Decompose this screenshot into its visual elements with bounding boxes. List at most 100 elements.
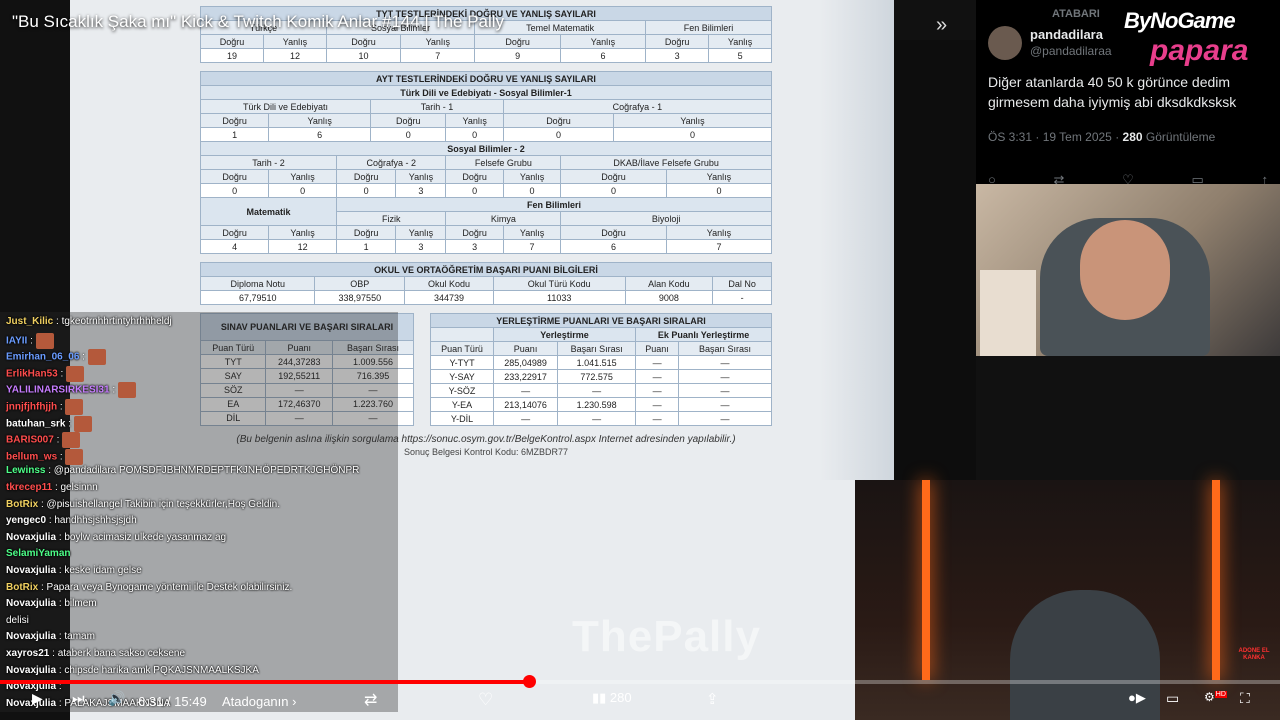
autoplay-toggle[interactable]: ●▶: [1128, 690, 1146, 706]
time-total: 15:49: [174, 694, 207, 709]
subject-header: Felsefe Grubu: [445, 155, 562, 170]
chat-username[interactable]: BARIS007: [6, 435, 57, 446]
okul-col-header: OBP: [314, 276, 406, 291]
views-stat[interactable]: ▮▮ 280: [592, 690, 632, 706]
yer-cell: —: [635, 369, 680, 384]
chat-username[interactable]: tkrecep11: [6, 482, 55, 493]
tweet-author-handle[interactable]: @pandadilaraa: [1030, 44, 1112, 58]
col-dogru: Doğru: [325, 34, 402, 49]
yer-cell: 213,14076: [493, 397, 559, 412]
emote-icon: [62, 432, 81, 449]
subject-header: Fen Bilimleri: [645, 20, 772, 35]
okul-header: OKUL VE ORTAÖĞRETİM BAŞARI PUANI BİLGİLE…: [200, 262, 772, 277]
settings-icon[interactable]: ⚙HD: [1204, 690, 1227, 704]
score-cell: 0: [370, 127, 447, 142]
yer-cell: Y-EA: [429, 397, 495, 412]
chat-username[interactable]: batuhan_srk: [6, 418, 68, 429]
subject-header: Tarih - 1: [370, 99, 504, 114]
chat-message: Novaxjulia : keske idam gelse: [6, 565, 142, 576]
chapter-label[interactable]: Atadoganın ›: [222, 694, 296, 709]
chat-username[interactable]: Novaxjulia: [6, 631, 59, 642]
col-yanlis: Yanlış: [395, 225, 447, 240]
emote-icon: [65, 399, 84, 415]
score-cell: 10: [325, 48, 402, 63]
chat-username[interactable]: YALILINARSIRKESI31: [6, 385, 112, 396]
chat-username[interactable]: IAYII: [6, 335, 30, 346]
captions-icon[interactable]: ▭: [1166, 690, 1179, 707]
chat-username[interactable]: Emirhan_06_06: [6, 352, 82, 363]
yer-cell: —: [678, 411, 772, 426]
chevron-double-right-icon[interactable]: »: [936, 14, 960, 38]
okul-col-header: Diploma Notu: [199, 276, 316, 291]
chat-username[interactable]: ErlikHan53: [6, 368, 60, 379]
chat-username[interactable]: Novaxjulia: [6, 565, 59, 576]
yer-cell: 772.575: [557, 369, 637, 384]
score-cell: 0: [502, 127, 615, 142]
led-strip-right: [1212, 480, 1220, 680]
document-edge-fade: [820, 0, 894, 480]
score-cell: 6: [268, 127, 372, 142]
chat-message: IAYII :: [6, 332, 54, 349]
yer-sub-ek: Ek Puanlı Yerleştirme: [635, 327, 772, 342]
play-icon[interactable]: ▶: [32, 690, 43, 707]
subject-header: Coğrafya - 1: [502, 99, 773, 114]
chat-username[interactable]: jnnjfjhfhjjh: [6, 402, 60, 413]
volume-icon[interactable]: 🔊: [108, 690, 125, 707]
next-icon[interactable]: ⏭: [72, 690, 85, 707]
col-dogru: Doğru: [199, 225, 270, 240]
retweet-icon[interactable]: ⇄: [364, 690, 377, 710]
heart-icon[interactable]: ♡: [478, 690, 493, 710]
yer-col-header: Puanı: [635, 341, 680, 356]
tweet-author-name[interactable]: pandadilara: [1030, 27, 1103, 42]
chat-message: tkrecep11 : gelsinnn: [6, 482, 98, 493]
col-yanlis: Yanlış: [268, 169, 337, 184]
score-cell: 1: [199, 127, 270, 142]
tweet-view-count: 280: [1122, 130, 1143, 144]
chat-username[interactable]: Lewinss: [6, 465, 48, 476]
video-title[interactable]: "Bu Sıcaklık Şaka mı" Kick & Twitch Komi…: [12, 12, 504, 32]
share-icon[interactable]: ⇪: [706, 690, 719, 708]
chat-message: yengec0 : handhhsjshhsjsjdh: [6, 515, 137, 526]
fullscreen-icon[interactable]: ⛶: [1240, 690, 1250, 707]
chat-username[interactable]: Novaxjulia: [6, 532, 59, 543]
table-row: Y-SÖZ — — — —: [429, 383, 772, 398]
led-strip-left: [922, 480, 930, 680]
chat-text: : gelsinnn: [54, 482, 98, 493]
col-dogru: Doğru: [502, 113, 615, 128]
chat-username[interactable]: xayros21: [6, 648, 52, 659]
avatar[interactable]: [988, 26, 1022, 60]
scrubber-handle[interactable]: [523, 675, 536, 688]
yer-col-header: Başarı Sırası: [678, 341, 772, 356]
col-dogru: Doğru: [445, 169, 504, 184]
col-dogru: Doğru: [199, 169, 270, 184]
score-cell: 1: [335, 239, 397, 254]
col-dogru: Doğru: [645, 34, 710, 49]
score-cell: 0: [445, 183, 504, 198]
okul-value: 67,79510: [199, 290, 316, 305]
yer-cell: —: [493, 383, 559, 398]
chat-username[interactable]: Just_Kilic: [6, 316, 56, 327]
col-dogru: Doğru: [199, 34, 265, 49]
chat-text: : chipsde harika amk PQKAJSNMAALKSJKA: [58, 664, 259, 676]
ayt-group1-title: Türk Dili ve Edebiyatı - Sosyal Bilimler…: [200, 85, 772, 100]
time-current: 6:31: [138, 694, 164, 709]
score-cell: 0: [268, 183, 337, 198]
chat-username[interactable]: Novaxjulia: [6, 598, 59, 609]
chat-username[interactable]: yengec0: [6, 515, 49, 526]
chat-username[interactable]: Novaxjulia: [6, 665, 59, 676]
yer-cell: 1.041.515: [557, 355, 637, 370]
score-cell: 9: [474, 48, 561, 63]
chat-username[interactable]: BotRix: [6, 499, 41, 510]
yer-cell: —: [678, 369, 772, 384]
col-yanlis: Yanlış: [395, 169, 447, 184]
table-row: Y-TYT 285,04989 1.041.515— —: [429, 355, 772, 370]
chat-username[interactable]: BotRix: [6, 582, 41, 593]
yer-cell: 285,04989: [493, 355, 559, 370]
chat-username[interactable]: bellum_ws: [6, 451, 60, 462]
col-yanlis: Yanlış: [400, 34, 476, 49]
score-cell: 4: [199, 239, 270, 254]
chat-username[interactable]: SelamiYaman: [6, 548, 70, 559]
chat-text: : bilmem: [58, 598, 97, 610]
chat-text: : @pisuishellangel Takibin için teşekkür…: [41, 498, 280, 510]
chat-text: : tgkeotrnhhrtintyhrhhheldj: [56, 316, 172, 327]
